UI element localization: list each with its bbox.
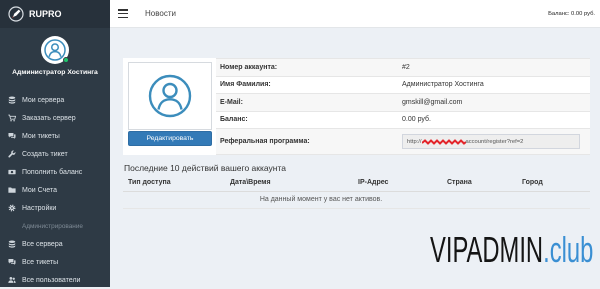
sidebar-item-my-tickets[interactable]: Мои тикеты	[0, 127, 110, 145]
watermark-text: VIPADMIN	[430, 229, 544, 270]
column-header: Тип доступа	[123, 175, 225, 192]
edit-profile-button[interactable]: Редактировать	[128, 131, 212, 146]
column-header: Город	[517, 175, 590, 192]
account-panel: Редактировать Номер аккаунта: #2 Имя Фам…	[123, 58, 590, 155]
referral-link-prefix: http://	[407, 138, 422, 145]
online-status-icon	[63, 57, 69, 63]
table-row: Баланс: 0.00 руб.	[216, 110, 590, 129]
balance-display: Баланс: 0.00 руб.	[548, 11, 595, 17]
user-icon	[148, 74, 192, 118]
user-name: Администратор Хостинга	[12, 69, 98, 76]
empty-state-message: На данный момент у вас нет активов.	[123, 191, 590, 209]
sidebar-item-label: Мои Счета	[22, 186, 57, 194]
sidebar-item-label: Все сервера	[22, 240, 63, 248]
sidebar-item-create-ticket[interactable]: Создать тикет	[0, 145, 110, 163]
sidebar-item-label: Все тикеты	[22, 258, 59, 266]
column-header: IP-Адрес	[353, 175, 442, 192]
sidebar-menu: Мои сервера Заказать сервер Мои тикеты С…	[0, 91, 110, 289]
sidebar-section-admin: Администрирование	[22, 222, 83, 230]
field-label: Баланс:	[220, 116, 248, 124]
wrench-icon	[8, 150, 16, 158]
referral-link-suffix: account/register?ref=2	[465, 138, 524, 145]
brand-name: RUPRO	[29, 9, 62, 19]
rocket-logo-icon	[8, 6, 24, 22]
sidebar-item-all-servers[interactable]: Все сервера	[0, 235, 110, 253]
sidebar-item-label: Мои сервера	[22, 96, 65, 104]
profile-picture	[128, 62, 212, 130]
column-header: Дата\Время	[225, 175, 353, 192]
redaction-scribble	[421, 138, 466, 145]
users-icon	[8, 277, 16, 283]
comments-icon	[8, 132, 16, 139]
table-row: На данный момент у вас нет активов.	[123, 191, 590, 209]
balance-value: 0.00 руб.	[402, 116, 431, 124]
activity-table: Тип доступа Дата\Время IP-Адрес Страна Г…	[123, 175, 590, 209]
comments-icon	[8, 258, 16, 265]
field-label: E-Mail:	[220, 98, 243, 106]
table-row: Номер аккаунта: #2	[216, 58, 590, 76]
sidebar-item-label: Пополнить баланс	[22, 168, 83, 176]
table-row: Имя Фамилия: Администратор Хостинга	[216, 75, 590, 94]
news-link[interactable]: Новости	[145, 9, 176, 19]
referral-link-input[interactable]: http:// account/register?ref=2	[402, 134, 580, 149]
top-navbar: Новости Баланс: 0.00 руб.	[110, 0, 600, 28]
field-label: Имя Фамилия:	[220, 81, 271, 89]
full-name-value: Администратор Хостинга	[402, 81, 484, 89]
sidebar-item-label: Создать тикет	[22, 150, 68, 158]
hamburger-icon[interactable]	[118, 9, 128, 19]
sidebar-item-label: Настройки	[22, 204, 57, 212]
sidebar-item-top-up-balance[interactable]: Пополнить баланс	[0, 163, 110, 181]
sidebar: Администратор Хостинга Мои сервера Заказ…	[0, 28, 110, 287]
sidebar-item-all-users[interactable]: Все пользователи	[0, 271, 110, 289]
field-label: Номер аккаунта:	[220, 63, 278, 71]
sidebar-item-label: Заказать сервер	[22, 114, 76, 122]
folder-icon	[8, 187, 16, 193]
sidebar-item-label: Мои тикеты	[22, 132, 60, 140]
sidebar-item-my-servers[interactable]: Мои сервера	[0, 91, 110, 109]
money-icon	[8, 169, 16, 175]
database-icon	[8, 96, 16, 104]
activity-title: Последние 10 действий вашего аккаунта	[124, 163, 286, 173]
email-value: gmskill@gmail.com	[402, 98, 463, 106]
database-icon	[8, 240, 16, 248]
field-label: Реферальная программа:	[220, 138, 310, 145]
cart-icon	[8, 114, 16, 122]
account-info-table: Номер аккаунта: #2 Имя Фамилия: Админист…	[216, 58, 590, 155]
table-header-row: Тип доступа Дата\Время IP-Адрес Страна Г…	[123, 175, 590, 192]
brand-logo[interactable]: RUPRO	[0, 0, 110, 28]
gear-icon	[8, 204, 16, 212]
account-number-value: #2	[402, 63, 410, 71]
table-row: Реферальная программа: http:// account/r…	[216, 128, 590, 155]
column-header: Страна	[442, 175, 517, 192]
sidebar-item-label: Все пользователи	[22, 276, 81, 284]
table-row: E-Mail: gmskill@gmail.com	[216, 93, 590, 111]
sidebar-item-order-server[interactable]: Заказать сервер	[0, 109, 110, 127]
sidebar-item-all-tickets[interactable]: Все тикеты	[0, 253, 110, 271]
watermark: VIPADMIN.club	[430, 232, 593, 268]
sidebar-item-settings[interactable]: Настройки	[0, 199, 110, 217]
watermark-suffix: .club	[543, 229, 594, 270]
sidebar-item-my-invoices[interactable]: Мои Счета	[0, 181, 110, 199]
